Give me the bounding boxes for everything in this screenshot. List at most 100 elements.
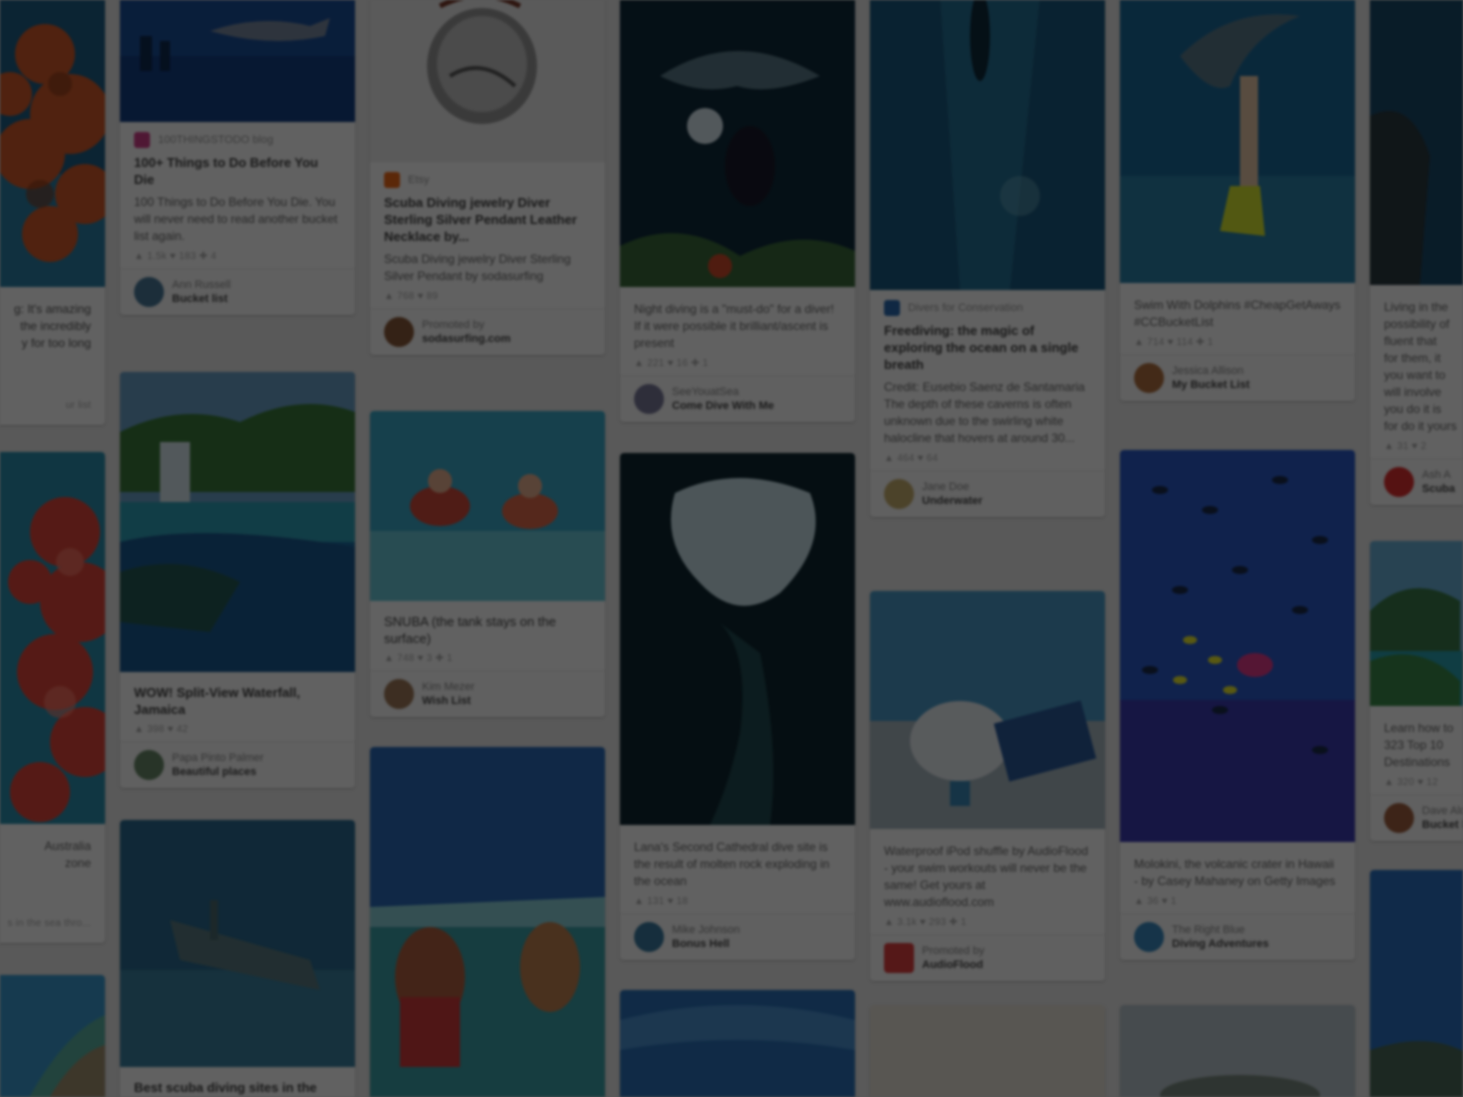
avatar[interactable]	[134, 750, 164, 780]
pinner-attribution[interactable]: Kim Mezer Wish List	[370, 670, 605, 717]
pin-card[interactable]: Best scuba diving sites in the	[120, 820, 355, 1097]
pin-image[interactable]	[0, 0, 105, 287]
soft-coral-image	[0, 452, 105, 824]
night-dive-manta-image	[620, 0, 855, 287]
pin-image[interactable]	[0, 452, 105, 824]
pin-card[interactable]: Divers for Conservation Freediving: the …	[870, 0, 1105, 517]
pin-source[interactable]: Etsy	[384, 172, 591, 188]
pin-card[interactable]: Learn how to 323 Top 10 Destinations ▲ 3…	[1370, 541, 1463, 841]
pin-stats: ▲ 221 ♥ 16 ✚ 1	[634, 358, 709, 369]
avatar[interactable]	[384, 317, 414, 347]
whale-shark-swimmer-image	[1120, 0, 1355, 283]
pinner-attribution[interactable]: Promoted by AudioFlood	[870, 934, 1105, 981]
pin-description: Waterproof iPod shuffle by AudioFlood - …	[884, 844, 1089, 909]
pinner-attribution[interactable]: Ash A Scuba	[1370, 458, 1463, 505]
pin-source[interactable]: 100THINGSTODO blog	[134, 132, 341, 148]
pin-image[interactable]	[870, 0, 1105, 290]
avatar[interactable]	[884, 479, 914, 509]
board-name: Bucket list	[172, 293, 228, 305]
pinner-attribution[interactable]: SeeYouatSea Come Dive With Me	[620, 375, 855, 422]
pin-card[interactable]: Living in the possibility of fluent that…	[1370, 0, 1463, 505]
pinner-attribution[interactable]: Ann Russell Bucket list	[120, 268, 355, 315]
pin-card[interactable]	[870, 1005, 1105, 1097]
pin-image[interactable]	[1120, 1005, 1355, 1097]
pin-card[interactable]	[370, 747, 605, 1097]
pin-card[interactable]	[1120, 1005, 1355, 1097]
board-name: Bucket list	[1422, 819, 1463, 831]
source-name: 100THINGSTODO blog	[158, 134, 274, 146]
pin-image[interactable]	[1120, 0, 1355, 283]
pin-card[interactable]: Night diving is a "must-do" for a diver!…	[620, 0, 855, 422]
pin-image[interactable]	[620, 990, 855, 1097]
pinner-attribution[interactable]: Mike Johnson Bonus Hell	[620, 913, 855, 960]
pin-source[interactable]: Divers for Conservation	[884, 300, 1091, 316]
pin-image[interactable]	[870, 591, 1105, 829]
pin-card[interactable]: SNUBA (the tank stays on the surface) ▲ …	[370, 411, 605, 717]
pinner-attribution[interactable]: The Right Blue Diving Adventures	[1120, 913, 1355, 960]
avatar[interactable]	[1134, 922, 1164, 952]
pin-stats: ▲ 1.5k ♥ 183 ✚ 4	[134, 251, 217, 262]
pin-title[interactable]: WOW! Split-View Waterfall, Jamaica	[134, 684, 341, 718]
pin-image[interactable]	[870, 1005, 1105, 1097]
pin-card[interactable]	[0, 975, 105, 1097]
pin-card[interactable]	[620, 990, 855, 1097]
pin-title[interactable]: 100+ Things to Do Before You Die	[134, 154, 341, 188]
pin-stats: ▲ 398 ♥ 42	[134, 724, 188, 735]
blue-water-image	[620, 990, 855, 1097]
avatar[interactable]	[1384, 467, 1414, 497]
pin-image[interactable]	[370, 0, 605, 162]
source-name: Divers for Conservation	[908, 302, 1023, 314]
pin-card[interactable]: Australia zone s in the sea thro...	[0, 452, 105, 943]
pin-image[interactable]	[1370, 541, 1463, 706]
pin-image[interactable]	[1370, 870, 1463, 1097]
avatar[interactable]	[884, 943, 914, 973]
pin-image[interactable]	[120, 820, 355, 1067]
pinner-name: Mike Johnson	[672, 924, 740, 936]
blue-coast-image	[1370, 870, 1463, 1097]
sandy-bottom-image	[870, 1005, 1105, 1097]
pin-stats: ▲ 464 ♥ 64	[884, 453, 938, 464]
pin-image[interactable]	[120, 0, 355, 122]
pin-title[interactable]: Scuba Diving jewelry Diver Sterling Silv…	[384, 194, 591, 245]
pin-image[interactable]	[120, 372, 355, 672]
snorkelers-image	[370, 411, 605, 601]
pin-image[interactable]	[620, 0, 855, 287]
pin-description: Molokini, the volcanic crater in Hawaii …	[1134, 857, 1336, 888]
avatar[interactable]	[384, 679, 414, 709]
pin-card[interactable]: Waterproof iPod shuffle by AudioFlood - …	[870, 591, 1105, 981]
dark-diver-image	[1370, 0, 1463, 285]
board-name: Diving Adventures	[1172, 938, 1269, 950]
pinner-attribution[interactable]: Jessica Allison My Bucket List	[1120, 354, 1355, 401]
pin-image[interactable]	[0, 975, 105, 1097]
pin-title[interactable]: Best scuba diving sites in the	[134, 1079, 341, 1096]
avatar[interactable]	[134, 277, 164, 307]
pin-card[interactable]	[1370, 870, 1463, 1097]
pin-card[interactable]: 100THINGSTODO blog 100+ Things to Do Bef…	[120, 0, 355, 315]
pin-card[interactable]: Molokini, the volcanic crater in Hawaii …	[1120, 450, 1355, 960]
pin-card[interactable]: WOW! Split-View Waterfall, Jamaica ▲ 398…	[120, 372, 355, 788]
pin-footer-line: s in the sea thro...	[7, 918, 91, 929]
pinner-attribution[interactable]: Papa Pinto Palmer Beautiful places	[120, 741, 355, 788]
pin-image[interactable]	[370, 747, 605, 1097]
pin-image[interactable]	[370, 411, 605, 601]
pinner-attribution[interactable]: Jane Doe Underwater	[870, 470, 1105, 517]
pin-image[interactable]	[1120, 450, 1355, 842]
pinner-attribution[interactable]: Dave Alq Bucket list	[1370, 794, 1463, 841]
board-name: AudioFlood	[922, 959, 984, 971]
pin-title[interactable]: Freediving: the magic of exploring the o…	[884, 322, 1091, 373]
tropical-island-image	[1370, 541, 1463, 706]
pin-card[interactable]: Lana's Second Cathedral dive site is the…	[620, 453, 855, 960]
avatar[interactable]	[634, 922, 664, 952]
pin-card[interactable]: Swim With Dolphins #CheapGetAways #CCBuc…	[1120, 0, 1355, 401]
pinner-name: The Right Blue	[1172, 924, 1245, 936]
pinner-attribution[interactable]: Promoted by sodasurfing.com	[370, 308, 605, 355]
pin-image[interactable]	[1370, 0, 1463, 285]
pin-description: Scuba Diving jewelry Diver Sterling Silv…	[384, 252, 571, 283]
avatar[interactable]	[1134, 363, 1164, 393]
pin-image[interactable]	[620, 453, 855, 825]
pin-card[interactable]: g: It's amazing the incredibly y for too…	[0, 0, 105, 425]
pin-card[interactable]: Etsy Scuba Diving jewelry Diver Sterling…	[370, 0, 605, 355]
pin-title[interactable]: SNUBA (the tank stays on the surface)	[384, 613, 591, 647]
avatar[interactable]	[1384, 803, 1414, 833]
avatar[interactable]	[634, 384, 664, 414]
